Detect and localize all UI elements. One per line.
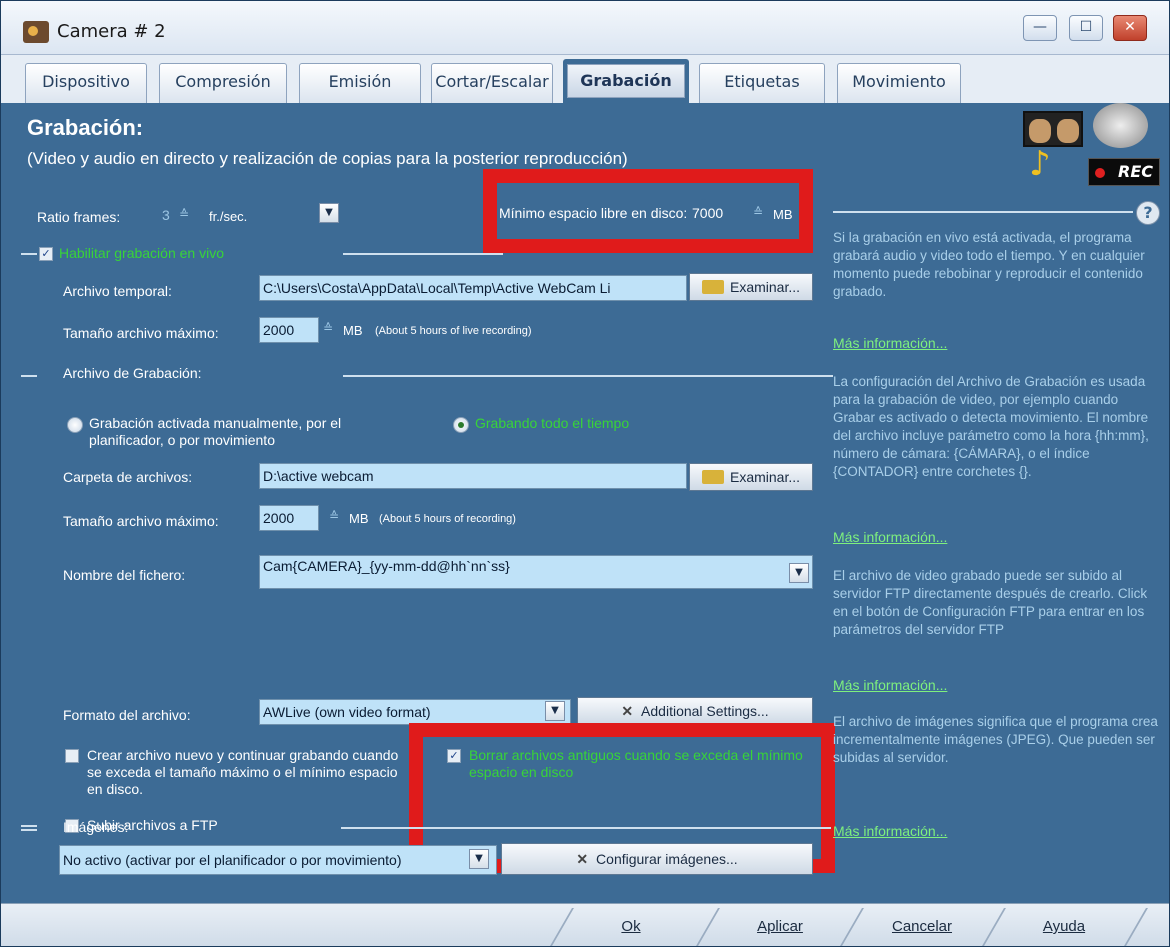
camera-app-icon: [23, 21, 49, 43]
ok-button[interactable]: Ok: [581, 914, 681, 942]
footer-button-bar: Ok Aplicar Cancelar Ayuda: [1, 903, 1169, 946]
images-section-label: Imágenes:: [63, 819, 129, 835]
folder-icon: [701, 280, 724, 295]
tab-movimiento[interactable]: Movimiento: [837, 63, 961, 103]
live-max-size-input[interactable]: 2000: [259, 317, 319, 343]
tools-icon: ✕: [576, 851, 589, 867]
ratio-unit: fr./sec.: [209, 209, 248, 224]
create-new-file-checkbox[interactable]: ✓: [65, 749, 79, 763]
temp-file-input[interactable]: C:\Users\Costa\AppData\Local\Temp\Active…: [259, 275, 687, 301]
maximize-button[interactable]: ☐: [1069, 15, 1103, 41]
images-mode-select[interactable]: No activo (activar por el planificador o…: [59, 845, 497, 875]
tab-strip: Dispositivo Compresión Emisión Cortar/Es…: [1, 55, 1169, 103]
ratio-spinner-icon[interactable]: ≙: [179, 207, 189, 221]
live-max-spinner-icon[interactable]: ≙: [323, 321, 333, 335]
live-max-note: (About 5 hours of live recording): [375, 325, 532, 337]
create-new-file-label: Crear archivo nuevo y continuar grabando…: [87, 747, 399, 797]
help-text-images: El archivo de imágenes significa que el …: [833, 714, 1158, 765]
divider: [21, 375, 37, 377]
tab-grabacion[interactable]: Grabación: [563, 59, 689, 103]
help-button[interactable]: Ayuda: [1009, 914, 1119, 942]
recording-panel: Grabación: (Video y audio en directo y r…: [13, 103, 1169, 903]
radio-manual-recording[interactable]: [67, 417, 83, 433]
tab-emision[interactable]: Emisión: [299, 63, 421, 103]
rec-badge: REC: [1088, 158, 1160, 186]
divider: [21, 825, 37, 827]
temp-file-label: Archivo temporal:: [63, 283, 172, 299]
folder-icon: [701, 470, 724, 485]
tab-compresion[interactable]: Compresión: [159, 63, 287, 103]
help-text-ftp: El archivo de video grabado puede ser su…: [833, 568, 1148, 637]
rec-max-size-input[interactable]: 2000: [259, 505, 319, 531]
temp-browse-button[interactable]: Examinar...: [689, 273, 813, 301]
camera-settings-window: Camera # 2 — ☐ ✕ Dispositivo Compresión …: [0, 0, 1170, 947]
minimize-button[interactable]: —: [1023, 15, 1057, 41]
tab-etiquetas[interactable]: Etiquetas: [699, 63, 825, 103]
live-recording-label: Habilitar grabación en vivo: [59, 245, 224, 261]
close-button[interactable]: ✕: [1113, 15, 1147, 41]
format-label: Formato del archivo:: [63, 707, 191, 723]
help-text-live: Si la grabación en vivo está activada, e…: [833, 230, 1145, 299]
configure-images-button[interactable]: ✕ Configurar imágenes...: [501, 843, 813, 875]
recording-file-section-label: Archivo de Grabación:: [63, 365, 202, 381]
additional-settings-button[interactable]: ✕ Additional Settings...: [577, 697, 813, 725]
divider: [343, 375, 833, 377]
more-info-link-4[interactable]: Más información...: [833, 823, 947, 839]
apply-button[interactable]: Aplicar: [725, 914, 835, 942]
format-dropdown-button[interactable]: ▼: [545, 701, 565, 721]
folder-label: Carpeta de archivos:: [63, 469, 193, 485]
ratio-frames-label: Ratio frames:: [37, 209, 121, 225]
live-max-size-label: Tamaño archivo máximo:: [63, 325, 219, 341]
help-icon[interactable]: ?: [1136, 201, 1160, 225]
help-text-recording-file: La configuración del Archivo de Grabació…: [833, 374, 1149, 479]
more-info-link-3[interactable]: Más información...: [833, 677, 947, 693]
radio-always-recording[interactable]: [453, 417, 469, 433]
radio-always-label: Grabando todo el tiempo: [475, 415, 630, 431]
tab-dispositivo[interactable]: Dispositivo: [25, 63, 147, 103]
film-reel-icon: [1093, 103, 1148, 148]
folder-browse-button[interactable]: Examinar...: [689, 463, 813, 491]
film-strip-icon: [1023, 111, 1083, 147]
divider: [341, 827, 831, 829]
divider: [21, 253, 37, 255]
radio-manual-label: Grabación activada manualmente, por el p…: [89, 415, 342, 448]
images-dropdown-button[interactable]: ▼: [469, 849, 489, 869]
tools-icon: ✕: [621, 703, 634, 719]
tab-cortar-escalar[interactable]: Cortar/Escalar: [431, 63, 553, 103]
rec-max-unit: MB: [349, 511, 369, 526]
live-recording-checkbox[interactable]: ✓: [39, 247, 53, 261]
more-info-link-1[interactable]: Más información...: [833, 335, 947, 351]
window-title: Camera # 2: [57, 21, 166, 42]
page-title: Grabación:: [27, 115, 144, 140]
rec-max-note: (About 5 hours of recording): [379, 513, 516, 525]
tab-grabacion-label: Grabación: [567, 64, 685, 98]
divider: [343, 253, 503, 255]
music-note-icon: ♪: [1029, 144, 1051, 184]
divider: [21, 829, 37, 831]
rec-max-size-label: Tamaño archivo máximo:: [63, 513, 219, 529]
title-bar: Camera # 2 — ☐ ✕: [1, 1, 1169, 55]
filename-combo[interactable]: Cam{CAMERA}_{yy-mm-dd@hh`nn`ss}: [259, 555, 813, 589]
highlight-box-min-space: [483, 169, 813, 253]
filename-dropdown-button[interactable]: ▼: [789, 563, 809, 583]
more-info-link-2[interactable]: Más información...: [833, 529, 947, 545]
rec-illustration-icon: ♪ REC: [1023, 103, 1163, 188]
filename-label: Nombre del fichero:: [63, 567, 186, 583]
live-max-unit: MB: [343, 323, 363, 338]
cancel-button[interactable]: Cancelar: [867, 914, 977, 942]
format-select[interactable]: AWLive (own video format): [259, 699, 571, 725]
page-subtitle: (Video y audio en directo y realización …: [27, 149, 628, 168]
rec-max-spinner-icon[interactable]: ≙: [329, 509, 339, 523]
folder-input[interactable]: D:\active webcam: [259, 463, 687, 489]
divider: [833, 211, 1133, 213]
ratio-dropdown-button[interactable]: ▼: [319, 203, 339, 223]
